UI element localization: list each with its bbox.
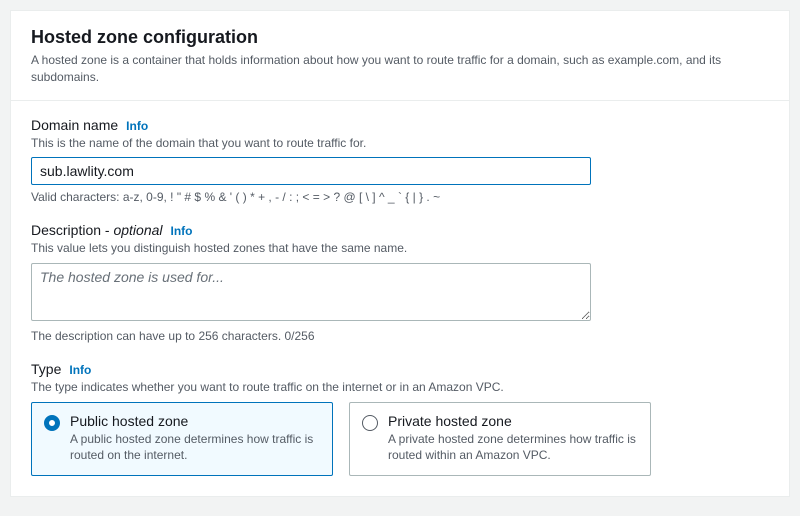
description-hint: The description can have up to 256 chara… [31,329,769,343]
domain-help: This is the name of the domain that you … [31,135,769,152]
tile-private-hosted-zone[interactable]: Private hosted zone A private hosted zon… [349,402,651,476]
type-tiles: Public hosted zone A public hosted zone … [31,402,651,476]
radio-icon [362,415,378,431]
domain-hint: Valid characters: a-z, 0-9, ! " # $ % & … [31,190,769,204]
tile-desc-public: A public hosted zone determines how traf… [70,431,320,463]
domain-label-row: Domain name Info [31,117,769,133]
description-help: This value lets you distinguish hosted z… [31,240,769,257]
domain-label: Domain name [31,117,118,133]
hosted-zone-config-panel: Hosted zone configuration A hosted zone … [10,10,790,497]
panel-subtitle: A hosted zone is a container that holds … [31,52,769,86]
description-label-row: Description - optional Info [31,222,769,238]
description-info-link[interactable]: Info [171,224,193,238]
domain-info-link[interactable]: Info [126,119,148,133]
tile-public-hosted-zone[interactable]: Public hosted zone A public hosted zone … [31,402,333,476]
type-help: The type indicates whether you want to r… [31,379,769,396]
description-label: Description - optional [31,222,163,238]
tile-title-private: Private hosted zone [388,413,638,429]
panel-header: Hosted zone configuration A hosted zone … [11,11,789,101]
domain-name-field: Domain name Info This is the name of the… [31,117,769,205]
type-field: Type Info The type indicates whether you… [31,361,769,476]
panel-body: Domain name Info This is the name of the… [11,101,789,497]
radio-icon [44,415,60,431]
tile-title-public: Public hosted zone [70,413,320,429]
domain-name-input[interactable] [31,157,591,185]
type-label-row: Type Info [31,361,769,377]
tile-desc-private: A private hosted zone determines how tra… [388,431,638,463]
description-textarea[interactable] [31,263,591,321]
type-info-link[interactable]: Info [69,363,91,377]
panel-title: Hosted zone configuration [31,27,769,48]
type-label: Type [31,361,61,377]
description-field: Description - optional Info This value l… [31,222,769,343]
